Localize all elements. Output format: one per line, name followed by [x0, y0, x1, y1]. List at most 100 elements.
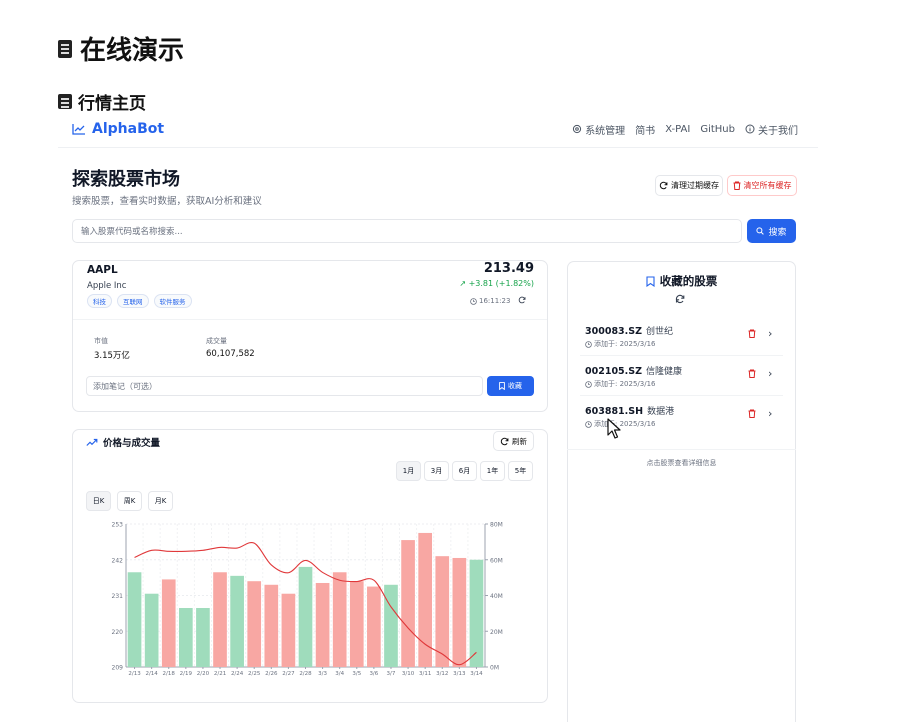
x-tick-label: 2/25 — [248, 671, 261, 677]
clear-all-cache-button[interactable]: 清空所有缓存 — [727, 175, 797, 196]
brand-link[interactable]: AlphaBot — [72, 121, 164, 137]
mouse-cursor-icon — [607, 418, 621, 439]
favorites-divider — [567, 449, 796, 450]
volume-bar — [196, 608, 210, 667]
favorite-added: 添加于: 2025/3/16 — [594, 420, 656, 428]
x-tick-label: 3/12 — [436, 671, 448, 677]
period-monthly-button[interactable]: 月K — [148, 491, 173, 511]
volume-bar — [230, 575, 244, 667]
chevron-right-icon[interactable]: › — [768, 367, 772, 380]
bookmark-icon — [646, 275, 655, 287]
doc-subheading-text: 行情主页 — [78, 94, 146, 114]
trend-icon — [72, 124, 85, 135]
search-button[interactable]: 搜索 — [747, 219, 796, 243]
info-icon — [745, 124, 755, 134]
nav-divider — [58, 147, 818, 148]
nav-item-about[interactable]: 关于我们 — [745, 122, 798, 137]
x-tick-label: 3/10 — [402, 671, 415, 677]
delete-favorite-button[interactable] — [748, 369, 756, 381]
favorites-refresh-button[interactable] — [675, 294, 685, 307]
clear-expired-cache-button[interactable]: 清理过期缓存 — [655, 175, 723, 196]
clear-expired-label: 清理过期缓存 — [671, 181, 719, 190]
nav-item-github[interactable]: GitHub — [700, 124, 735, 135]
delete-favorite-button[interactable] — [748, 329, 756, 341]
x-tick-label: 3/14 — [470, 671, 483, 677]
trash-icon — [733, 181, 740, 190]
range-3m-button[interactable]: 3月 — [424, 461, 449, 481]
market-cap-value: 3.15万亿 — [94, 351, 130, 361]
period-weekly-button[interactable]: 周K — [117, 491, 142, 511]
favorites-title-text: 收藏的股票 — [659, 274, 718, 288]
x-tick-label: 2/24 — [231, 671, 244, 677]
favorite-item[interactable]: 300083.SZ 创世纪 添加于: 2025/3/16 › — [580, 316, 783, 356]
y-left-tick-label: 231 — [112, 593, 124, 600]
stock-price: 213.49 — [483, 261, 534, 276]
y-left-tick-label: 242 — [112, 557, 124, 564]
clock-icon — [585, 420, 592, 428]
chevron-right-icon[interactable]: › — [768, 327, 772, 340]
tag[interactable]: 科技 — [87, 294, 112, 308]
tag[interactable]: 互联网 — [117, 294, 149, 308]
search-placeholder: 输入股票代码或名称搜索... — [81, 227, 183, 237]
nav-item-label: 系统管理 — [585, 125, 626, 137]
building-icon — [58, 94, 72, 109]
x-tick-label: 3/4 — [335, 671, 344, 677]
x-tick-label: 2/14 — [145, 671, 158, 677]
trash-icon — [748, 409, 756, 418]
company-name: Apple Inc — [87, 281, 127, 291]
nav-item-xpai[interactable]: X-PAI — [665, 124, 690, 135]
favorite-code: 002105.SZ — [585, 366, 642, 377]
range-6m-button[interactable]: 6月 — [452, 461, 477, 481]
x-tick-label: 3/7 — [387, 671, 396, 677]
volume-bar — [247, 581, 262, 667]
delete-favorite-button[interactable] — [748, 409, 756, 421]
favorite-button[interactable]: 收藏 — [487, 376, 534, 396]
search-button-label: 搜索 — [768, 227, 787, 238]
x-tick-label: 2/19 — [180, 671, 193, 677]
refresh-icon — [675, 294, 685, 304]
clock-icon — [585, 380, 592, 388]
favorite-item[interactable]: 002105.SZ 信隆健康 添加于: 2025/3/16 › — [580, 356, 783, 396]
refresh-icon — [518, 296, 526, 304]
favorite-name: 数据港 — [647, 407, 675, 417]
range-1y-button[interactable]: 1年 — [480, 461, 505, 481]
note-input[interactable]: 添加笔记（可选） — [86, 376, 483, 396]
nav-item-jianshu[interactable]: 简书 — [635, 122, 655, 137]
search-icon — [756, 227, 765, 235]
favorites-hint: 点击股票查看详细信息 — [646, 459, 717, 467]
update-time-value: 16:11:23 — [479, 297, 511, 305]
tag[interactable]: 软件服务 — [153, 294, 192, 308]
doc-subheading: 行情主页 — [58, 89, 146, 114]
nav-item-system[interactable]: 系统管理 — [572, 122, 625, 137]
favorite-code: 300083.SZ — [585, 326, 642, 337]
range-1m-button[interactable]: 1月 — [396, 461, 421, 481]
period-daily-button[interactable]: 日K — [86, 491, 111, 511]
x-tick-label: 2/18 — [163, 671, 176, 677]
y-right-tick-label: 0M — [490, 665, 499, 672]
chart-title: 价格与成交量 — [86, 435, 160, 449]
update-time: 16:11:23 — [470, 297, 510, 305]
favorite-added: 添加于: 2025/3/16 — [594, 340, 656, 348]
x-tick-label: 2/21 — [214, 671, 226, 677]
y-left-tick-label: 253 — [112, 522, 124, 529]
x-tick-label: 2/20 — [197, 671, 210, 677]
nav-item-label: 简书 — [635, 125, 656, 137]
y-right-tick-label: 80M — [490, 522, 503, 529]
price-volume-chart: 209 220 231 242 253 0M 20M 40M 60M 80M 2/13 2/14 2/1… — [112, 522, 503, 678]
y-right-tick-label: 20M — [490, 629, 503, 636]
x-tick-label: 3/3 — [318, 671, 327, 677]
volume-bar — [452, 557, 467, 667]
volume-bar — [161, 579, 176, 667]
stock-refresh-button[interactable] — [518, 296, 526, 307]
favorite-button-label: 收藏 — [508, 382, 522, 390]
page-title: 探索股票市场 — [72, 169, 180, 190]
search-input[interactable]: 输入股票代码或名称搜索... — [72, 219, 742, 243]
chevron-right-icon[interactable]: › — [768, 407, 772, 420]
volume-value: 60,107,582 — [206, 349, 255, 359]
range-5y-button[interactable]: 5年 — [508, 461, 533, 481]
x-tick-label: 3/5 — [352, 671, 361, 677]
volume-label: 成交量 — [206, 337, 227, 345]
favorite-code: 603881.SH — [585, 406, 644, 417]
chart-refresh-button[interactable]: 刷新 — [493, 431, 534, 451]
document-icon — [58, 39, 72, 58]
